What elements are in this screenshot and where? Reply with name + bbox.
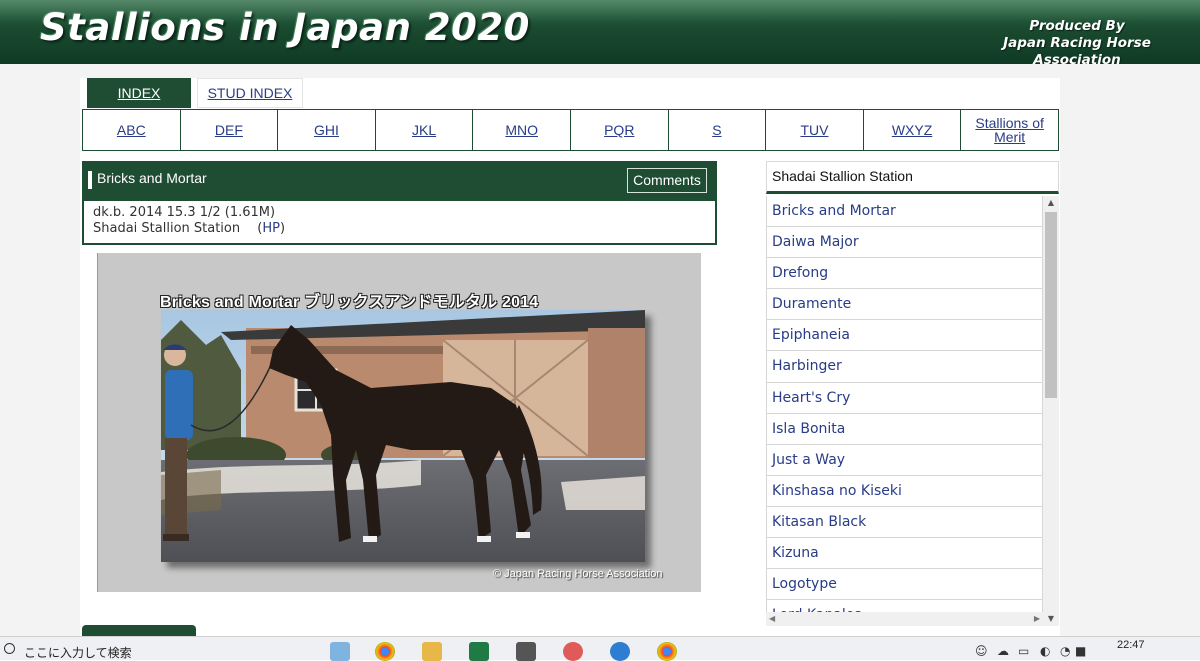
- horse-list-item[interactable]: Epiphaneia: [766, 320, 1043, 352]
- app-icon[interactable]: [563, 642, 583, 661]
- tab-stud-index[interactable]: STUD INDEX: [197, 78, 303, 108]
- letter-link-def[interactable]: DEF: [181, 110, 279, 150]
- horse-station: Shadai Stallion Station: [93, 221, 241, 236]
- battery-icon[interactable]: ▭: [1018, 644, 1029, 658]
- letter-link-wxyz[interactable]: WXYZ: [864, 110, 962, 150]
- producer-name: Japan Racing Horse Association: [1003, 35, 1151, 64]
- horse-photo-frame: Bricks and Mortar ブリックスアンドモルタル 2014 © Ja…: [97, 253, 701, 592]
- photo-caption: Bricks and Mortar ブリックスアンドモルタル 2014: [160, 294, 539, 311]
- horse-photo: [161, 310, 645, 562]
- hp-link-wrap: (HP): [244, 221, 286, 236]
- letter-link-abc[interactable]: ABC: [83, 110, 181, 150]
- volume-icon[interactable]: ◔: [1060, 644, 1070, 658]
- scroll-right-arrow-icon[interactable]: ▶: [1034, 612, 1040, 626]
- os-taskbar: ここに入力して検索 ☺ ☁ ▭ ◐ ◔ ■ 22:47: [0, 636, 1200, 661]
- cloud-icon[interactable]: ☁: [997, 644, 1009, 658]
- station-horse-list: Bricks and Mortar Daiwa Major Drefong Du…: [766, 196, 1043, 626]
- letter-link-ghi[interactable]: GHI: [278, 110, 376, 150]
- chrome-icon[interactable]: [657, 642, 677, 661]
- internet-explorer-icon[interactable]: [610, 642, 630, 661]
- letter-link-mno[interactable]: MNO: [473, 110, 571, 150]
- network-icon[interactable]: ◐: [1040, 644, 1050, 658]
- chrome-icon[interactable]: [375, 642, 395, 661]
- scroll-left-arrow-icon[interactable]: ◀: [769, 612, 775, 626]
- letter-link-stallions-of-merit[interactable]: Stallions of Merit: [961, 110, 1058, 150]
- people-icon[interactable]: ☺: [975, 644, 988, 658]
- horse-list-item[interactable]: Logotype: [766, 569, 1043, 601]
- photo-credit: © Japan Racing Horse Association: [493, 568, 663, 580]
- produced-by-label: Produced By: [1029, 18, 1125, 34]
- scroll-thumb[interactable]: [1045, 212, 1057, 398]
- letter-link-s[interactable]: S: [669, 110, 767, 150]
- content-area: INDEX STUD INDEX ABC DEF GHI JKL MNO PQR…: [80, 78, 1060, 639]
- horse-list-item[interactable]: Heart's Cry: [766, 382, 1043, 414]
- hp-link[interactable]: HP: [262, 221, 280, 236]
- taskbar-clock[interactable]: 22:47: [1117, 639, 1145, 651]
- horse-name: Bricks and Mortar: [97, 170, 207, 186]
- page-main: INDEX STUD INDEX ABC DEF GHI JKL MNO PQR…: [0, 64, 1200, 639]
- horizontal-scrollbar[interactable]: ◀ ▶: [766, 612, 1043, 626]
- tab-index[interactable]: INDEX: [87, 78, 191, 108]
- letter-link-tuv[interactable]: TUV: [766, 110, 864, 150]
- comments-button[interactable]: Comments: [627, 168, 707, 193]
- horse-details: dk.b. 2014 15.3 1/2 (1.61M) Shadai Stall…: [82, 201, 717, 245]
- horse-list-item[interactable]: Drefong: [766, 258, 1043, 290]
- file-explorer-icon[interactable]: [422, 642, 442, 661]
- horse-stats: dk.b. 2014 15.3 1/2 (1.61M): [93, 205, 276, 220]
- search-icon[interactable]: [4, 643, 15, 654]
- letter-link-pqr[interactable]: PQR: [571, 110, 669, 150]
- horse-station-line: Shadai Stallion Station (HP): [93, 221, 715, 237]
- header-accent-bar: [88, 171, 92, 189]
- letter-nav: ABC DEF GHI JKL MNO PQR S TUV WXYZ Stall…: [82, 109, 1059, 151]
- scroll-up-arrow-icon[interactable]: ▲: [1043, 196, 1059, 210]
- excel-icon[interactable]: [469, 642, 489, 661]
- producer-credit: Produced By Japan Racing Horse Associati…: [962, 18, 1192, 64]
- horse-list-item[interactable]: Kinshasa no Kiseki: [766, 475, 1043, 507]
- station-panel-title: Shadai Stallion Station: [766, 161, 1059, 194]
- taskbar-search-input[interactable]: ここに入力して検索: [24, 644, 132, 661]
- horse-list-item[interactable]: Harbinger: [766, 351, 1043, 383]
- horse-header: Bricks and Mortar Comments: [82, 161, 717, 201]
- horse-list-item[interactable]: Just a Way: [766, 444, 1043, 476]
- horse-photo-drawing: [161, 310, 645, 562]
- horse-list-item[interactable]: Kitasan Black: [766, 506, 1043, 539]
- scroll-down-arrow-icon[interactable]: ▼: [1043, 612, 1059, 626]
- task-view-icon[interactable]: [330, 642, 350, 661]
- site-title: Stallions in Japan 2020: [40, 6, 530, 49]
- horse-list-item[interactable]: Kizuna: [766, 538, 1043, 570]
- horse-list-item[interactable]: Bricks and Mortar: [766, 196, 1043, 228]
- horse-list-item[interactable]: Duramente: [766, 289, 1043, 321]
- calculator-icon[interactable]: [516, 642, 536, 661]
- horse-list-item[interactable]: Isla Bonita: [766, 413, 1043, 445]
- horse-list-scrollbar[interactable]: ▲ ▼: [1043, 196, 1059, 626]
- header-banner: Stallions in Japan 2020 Produced By Japa…: [0, 0, 1200, 64]
- ime-icon[interactable]: ■: [1075, 644, 1086, 658]
- letter-link-jkl[interactable]: JKL: [376, 110, 474, 150]
- horse-list-item[interactable]: Daiwa Major: [766, 227, 1043, 259]
